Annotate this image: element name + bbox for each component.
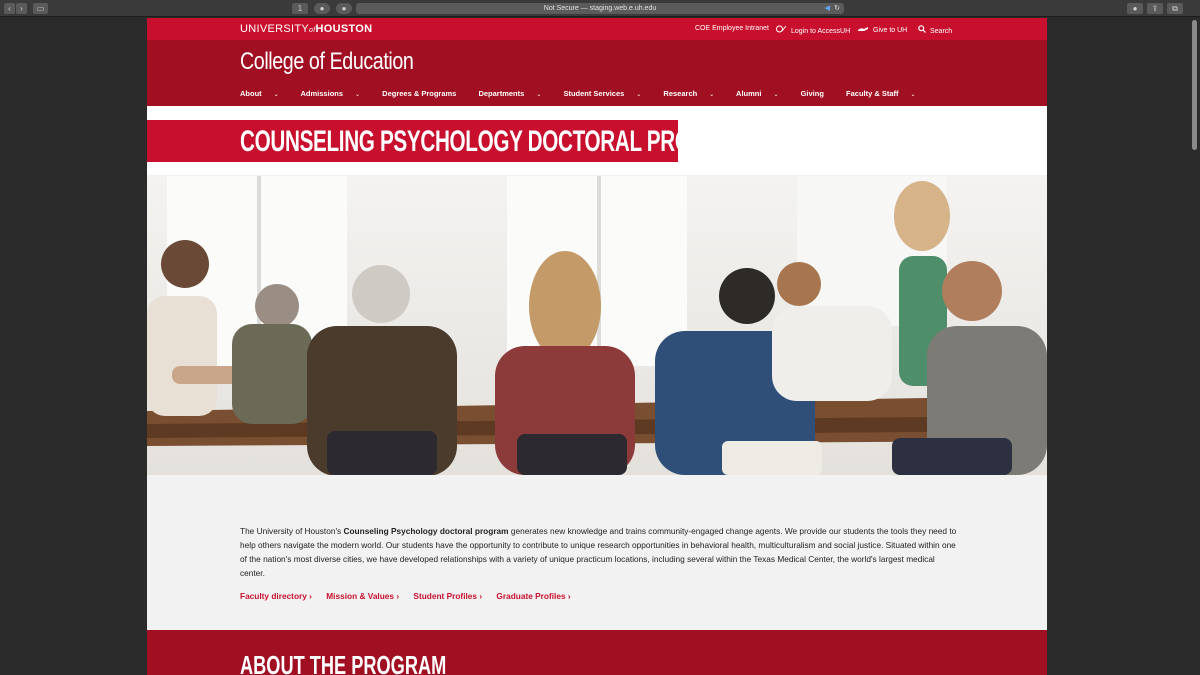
intro-text-1: The University of Houston's xyxy=(240,526,344,536)
chevron-down-icon: ⌄ xyxy=(355,92,361,98)
uh-logo[interactable]: UNIVERSITYofHOUSTON xyxy=(240,23,372,35)
reload-icon[interactable]: ↻ xyxy=(834,3,840,14)
url-text: Not Secure — staging.web.e.uh.edu xyxy=(543,5,657,12)
accessuh-icon xyxy=(776,25,787,35)
chevron-down-icon: ⌄ xyxy=(910,92,916,98)
nav-label: About xyxy=(240,89,262,98)
forward-icon[interactable]: › xyxy=(16,3,27,14)
nav-item-departments[interactable]: Departments ⌄ xyxy=(478,89,551,98)
nav-item-admissions[interactable]: Admissions ⌄ xyxy=(301,89,371,98)
chevron-down-icon: ⌄ xyxy=(709,92,715,98)
sidebar-icon[interactable]: ▭ xyxy=(33,3,48,14)
logo-houston: HOUSTON xyxy=(315,23,373,35)
give-link-label: Give to UH xyxy=(873,27,908,34)
nav-label: Research xyxy=(663,89,698,98)
nav-label: Degrees & Programs xyxy=(382,89,457,98)
student-profiles-link[interactable]: Student Profiles › xyxy=(413,591,482,601)
intranet-link-label: COE Employee Intranet xyxy=(695,25,769,32)
intro-section: The University of Houston's Counseling P… xyxy=(147,475,1047,630)
nav-item-student-services[interactable]: Student Services ⌄ xyxy=(563,89,651,98)
intro-bold-text: Counseling Psychology doctoral program xyxy=(343,526,509,536)
nav-item-giving[interactable]: Giving xyxy=(801,89,834,98)
nav-item-degrees[interactable]: Degrees & Programs xyxy=(382,89,466,98)
accessuh-link[interactable]: Login to AccessUH xyxy=(776,25,850,35)
browser-toolbar: ‹ › ▭ 1 ● ● Not Secure — staging.web.e.u… xyxy=(0,0,1200,17)
graduate-profiles-link[interactable]: Graduate Profiles › xyxy=(496,591,570,601)
download-icon[interactable]: ● xyxy=(314,3,330,14)
accessuh-link-label: Login to AccessUH xyxy=(791,28,851,35)
pinterest-icon[interactable]: ● xyxy=(336,3,352,14)
nav-item-alumni[interactable]: Alumni ⌄ xyxy=(736,89,788,98)
utility-bar: UNIVERSITYofHOUSTON COE Employee Intrane… xyxy=(147,18,1047,40)
chevron-down-icon: ⌄ xyxy=(636,92,642,98)
downloads-icon[interactable]: ● xyxy=(1127,3,1143,14)
logo-university: UNIVERSITY xyxy=(240,23,310,35)
audio-icon[interactable]: ◀ xyxy=(825,3,830,14)
tab-count-badge[interactable]: 1 xyxy=(292,3,308,14)
nav-label: Student Services xyxy=(563,89,625,98)
page-title: COUNSELING PSYCHOLOGY DOCTORAL PROGRAM xyxy=(240,125,753,158)
about-title: ABOUT THE PROGRAM xyxy=(240,650,447,675)
site-header: College of Education About ⌄ Admissions ⌄ … xyxy=(147,40,1047,106)
nav-item-about[interactable]: About ⌄ xyxy=(240,89,289,98)
intranet-link[interactable]: COE Employee Intranet xyxy=(695,25,769,32)
search-icon xyxy=(918,25,926,35)
nav-label: Giving xyxy=(800,89,824,98)
address-bar[interactable]: Not Secure — staging.web.e.uh.edu ◀ ↻ xyxy=(356,3,844,14)
main-nav: About ⌄ Admissions ⌄ Degrees & Programs De… xyxy=(240,89,936,98)
search-link-label: Search xyxy=(930,28,953,35)
hero-image xyxy=(147,176,1047,475)
about-section: ABOUT THE PROGRAM xyxy=(147,630,1047,675)
nav-label: Alumni xyxy=(736,89,762,98)
give-hand-icon xyxy=(858,25,869,34)
nav-item-faculty-staff[interactable]: Faculty & Staff ⌄ xyxy=(846,89,926,98)
scrollbar[interactable] xyxy=(1192,20,1197,150)
college-title[interactable]: College of Education xyxy=(240,48,414,76)
give-link[interactable]: Give to UH xyxy=(858,25,907,34)
web-page: UNIVERSITYofHOUSTON COE Employee Intrane… xyxy=(147,18,1047,675)
faculty-directory-link[interactable]: Faculty directory › xyxy=(240,591,312,601)
page-title-box: COUNSELING PSYCHOLOGY DOCTORAL PROGRAM xyxy=(147,120,753,162)
chevron-down-icon: ⌄ xyxy=(536,92,542,98)
share-icon[interactable]: ⇪ xyxy=(1147,3,1163,14)
quick-links: Faculty directory › Mission & Values › S… xyxy=(240,591,583,601)
chevron-down-icon: ⌄ xyxy=(773,92,779,98)
tabs-overview-icon[interactable]: ⧉ xyxy=(1167,3,1183,14)
nav-item-research[interactable]: Research ⌄ xyxy=(663,89,724,98)
intro-paragraph: The University of Houston's Counseling P… xyxy=(240,524,960,580)
back-icon[interactable]: ‹ xyxy=(4,3,15,14)
search-link[interactable]: Search xyxy=(918,25,952,35)
mission-values-link[interactable]: Mission & Values › xyxy=(326,591,399,601)
chevron-down-icon: ⌄ xyxy=(273,92,279,98)
nav-label: Admissions xyxy=(300,89,344,98)
nav-label: Departments xyxy=(478,89,525,98)
nav-label: Faculty & Staff xyxy=(846,89,899,98)
